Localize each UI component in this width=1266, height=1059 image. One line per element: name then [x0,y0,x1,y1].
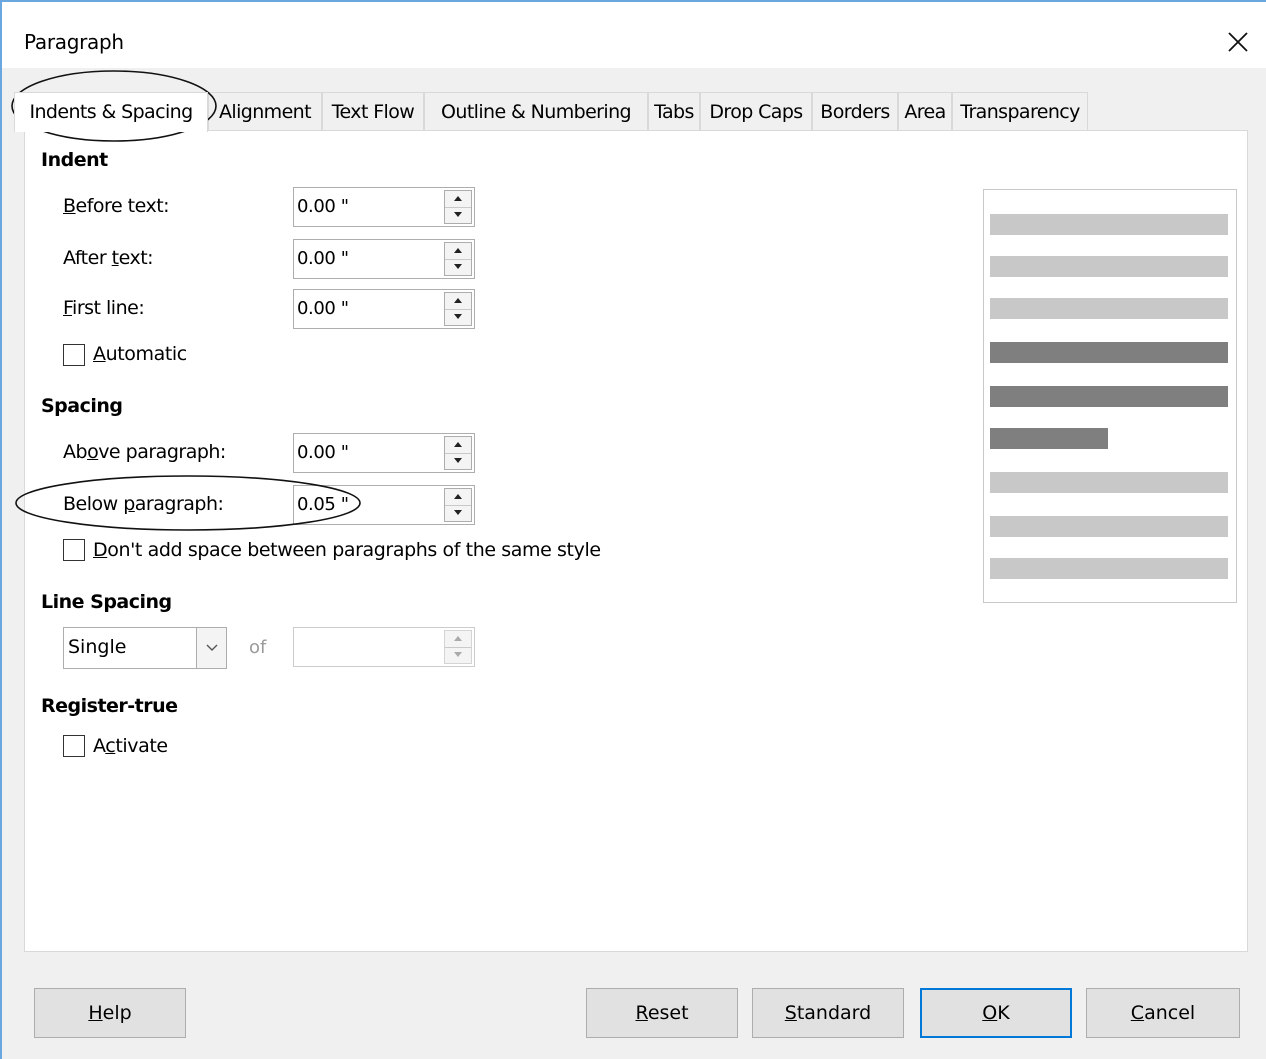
decrement-button[interactable] [445,505,471,521]
indent-section-title: Indent [41,149,108,171]
line-spacing-of-stepper [444,630,472,664]
tab-tabs[interactable]: Tabs [648,92,700,130]
ok-button[interactable]: OK [920,988,1072,1038]
no-space-same-style-checkbox[interactable] [63,539,85,561]
below-paragraph-spinbox: 0.05 " [293,485,475,525]
increment-button[interactable] [445,243,471,260]
preview-line [990,298,1228,319]
above-paragraph-spinbox: 0.00 " [293,433,475,473]
paragraph-dialog: Paragraph Indents & Spacing Alignment Te… [0,0,1266,1059]
below-paragraph-label: Below paragraph: [63,493,224,515]
first-line-stepper [444,292,472,326]
indents-spacing-panel: Indent Before text: 0.00 " After text: 0… [24,130,1248,952]
after-text-input[interactable]: 0.00 " [297,248,349,269]
below-paragraph-input[interactable]: 0.05 " [297,494,349,515]
line-spacing-section-title: Line Spacing [41,591,172,613]
preview-line [990,516,1228,537]
tab-outline-numbering[interactable]: Outline & Numbering [424,92,648,130]
after-text-spinbox: 0.00 " [293,239,475,279]
activate-label[interactable]: Activate [93,735,168,757]
tab-transparency[interactable]: Transparency [952,92,1088,130]
line-spacing-of-spinbox [293,627,475,667]
first-line-input[interactable]: 0.00 " [297,298,349,319]
of-label: of [249,637,267,658]
preview-line [990,472,1228,493]
increment-button[interactable] [445,293,471,310]
tab-area[interactable]: Area [898,92,952,130]
tab-drop-caps[interactable]: Drop Caps [700,92,812,130]
below-paragraph-stepper [444,488,472,522]
chevron-down-icon[interactable] [196,628,226,668]
activate-checkbox[interactable] [63,735,85,757]
increment-button[interactable] [445,489,471,506]
automatic-label[interactable]: Automatic [93,343,187,365]
decrement-button[interactable] [445,453,471,469]
preview-line [990,386,1228,407]
preview-line [990,214,1228,235]
automatic-checkbox[interactable] [63,344,85,366]
standard-button[interactable]: Standard [752,988,904,1038]
decrement-button[interactable] [445,309,471,325]
cancel-button[interactable]: Cancel [1086,988,1240,1038]
line-spacing-value: Single [68,636,127,658]
before-text-label: Before text: [63,195,170,217]
decrement-button[interactable] [445,207,471,223]
above-paragraph-stepper [444,436,472,470]
line-spacing-dropdown[interactable]: Single [63,627,227,669]
dialog-title: Paragraph [24,30,124,54]
before-text-input[interactable]: 0.00 " [297,196,349,217]
decrement-button[interactable] [445,259,471,275]
tab-borders[interactable]: Borders [812,92,898,130]
help-button[interactable]: Help [34,988,186,1038]
after-text-label: After text: [63,247,154,269]
decrement-button[interactable] [445,647,471,663]
register-true-section-title: Register-true [41,695,178,717]
spacing-section-title: Spacing [41,395,123,417]
first-line-label: First line: [63,297,145,319]
tab-indents-spacing[interactable]: Indents & Spacing [14,92,208,132]
after-text-stepper [444,242,472,276]
close-icon[interactable] [1224,28,1252,56]
increment-button[interactable] [445,191,471,208]
before-text-spinbox: 0.00 " [293,187,475,227]
reset-button[interactable]: Reset [586,988,738,1038]
increment-button[interactable] [445,437,471,454]
paragraph-preview [983,189,1237,603]
tab-alignment[interactable]: Alignment [208,92,322,130]
above-paragraph-input[interactable]: 0.00 " [297,442,349,463]
first-line-spinbox: 0.00 " [293,289,475,329]
preview-line [990,428,1108,449]
above-paragraph-label: Above paragraph: [63,441,226,463]
no-space-same-style-label[interactable]: Don't add space between paragraphs of th… [93,539,601,561]
tab-text-flow[interactable]: Text Flow [322,92,424,130]
preview-line [990,256,1228,277]
preview-line [990,558,1228,579]
increment-button[interactable] [445,631,471,648]
title-bar: Paragraph [2,2,1266,68]
preview-line [990,342,1228,363]
before-text-stepper [444,190,472,224]
